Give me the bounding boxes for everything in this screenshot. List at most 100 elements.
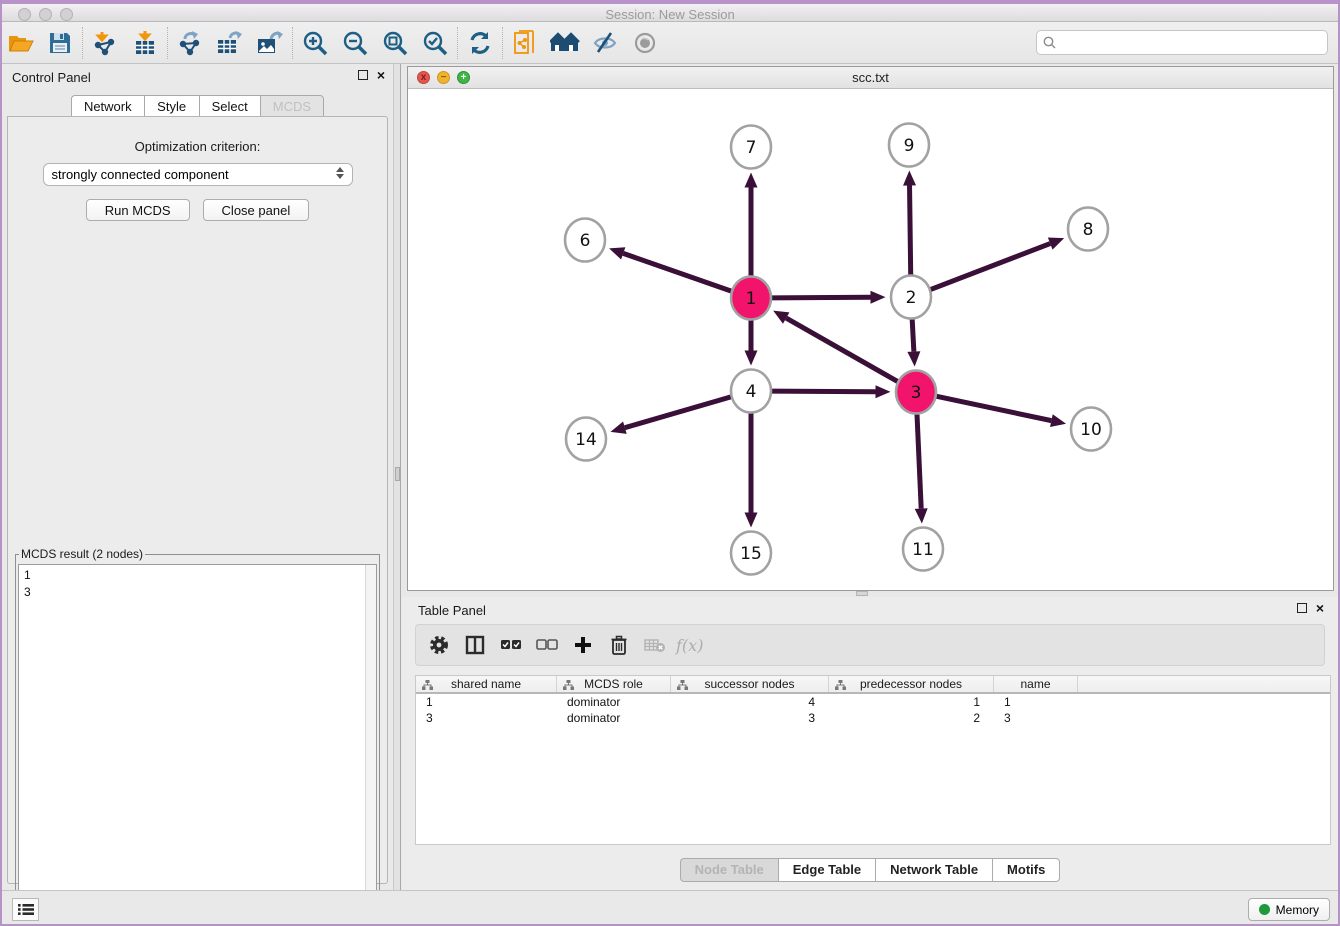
- column-header-name[interactable]: name: [994, 676, 1078, 692]
- export-image-button[interactable]: [250, 25, 290, 61]
- table-cell[interactable]: 2: [829, 710, 994, 726]
- run-mcds-button[interactable]: Run MCDS: [86, 199, 190, 221]
- tab-edge-table[interactable]: Edge Table: [778, 858, 875, 882]
- open-session-button[interactable]: [0, 25, 40, 61]
- birdseye-view-button[interactable]: [545, 25, 585, 61]
- search-input[interactable]: [1061, 36, 1321, 50]
- graph-node-14[interactable]: 14: [566, 418, 606, 461]
- edge-3-1[interactable]: [786, 318, 898, 382]
- splitter-grip-icon[interactable]: [395, 467, 400, 481]
- graph-node-4[interactable]: 4: [731, 370, 771, 413]
- import-table-button[interactable]: [125, 25, 165, 61]
- table-cell[interactable]: 1: [994, 694, 1078, 710]
- table-cell[interactable]: dominator: [557, 694, 671, 710]
- optimization-criterion-value: strongly connected component: [52, 167, 229, 182]
- result-scrollbar[interactable]: [365, 565, 376, 915]
- graph-node-1[interactable]: 1: [731, 277, 771, 320]
- memory-button[interactable]: Memory: [1248, 898, 1330, 921]
- select-all-checkboxes-button[interactable]: [496, 629, 526, 661]
- graph-node-11[interactable]: 11: [903, 528, 943, 571]
- column-header-shared-name[interactable]: shared name: [416, 676, 557, 692]
- optimization-criterion-select[interactable]: strongly connected component: [43, 163, 353, 186]
- optimization-criterion-label: Optimization criterion:: [8, 139, 387, 154]
- table-cell[interactable]: 3: [671, 710, 829, 726]
- graph-node-10[interactable]: 10: [1071, 408, 1111, 451]
- svg-text:9: 9: [904, 136, 915, 156]
- table-cell[interactable]: 1: [416, 694, 557, 710]
- split-columns-button[interactable]: [460, 629, 490, 661]
- task-history-button[interactable]: [12, 898, 39, 921]
- graph-node-9[interactable]: 9: [889, 124, 929, 167]
- refresh-layout-button[interactable]: [460, 25, 500, 61]
- edge-2-8[interactable]: [930, 244, 1050, 290]
- table-cell[interactable]: 4: [671, 694, 829, 710]
- hide-panels-button[interactable]: [585, 25, 625, 61]
- close-panel-button[interactable]: Close panel: [203, 199, 310, 221]
- clone-network-icon: [512, 29, 538, 57]
- edge-4-14[interactable]: [625, 397, 731, 428]
- export-network-button[interactable]: [170, 25, 210, 61]
- vertical-splitter[interactable]: [393, 64, 401, 890]
- import-network-button[interactable]: [85, 25, 125, 61]
- svg-text:8: 8: [1083, 220, 1094, 240]
- edge-1-2[interactable]: [771, 297, 870, 298]
- edge-arrowhead-icon: [745, 173, 758, 188]
- gear-button[interactable]: [424, 629, 454, 661]
- birdseye-houses-icon: [550, 31, 580, 55]
- table-cell[interactable]: 1: [829, 694, 994, 710]
- table-cell[interactable]: dominator: [557, 710, 671, 726]
- column-header-MCDS-role[interactable]: MCDS role: [557, 676, 671, 692]
- clone-network-button[interactable]: [505, 25, 545, 61]
- mcds-result-list[interactable]: 1 3: [18, 564, 377, 916]
- zoom-fit-button[interactable]: [375, 25, 415, 61]
- zoom-selected-button[interactable]: [415, 25, 455, 61]
- mcds-tab-content: Optimization criterion: strongly connect…: [7, 116, 388, 884]
- tab-motifs[interactable]: Motifs: [992, 858, 1060, 882]
- graph-node-8[interactable]: 8: [1068, 208, 1108, 251]
- edge-3-10[interactable]: [936, 396, 1051, 420]
- graph-node-2[interactable]: 2: [891, 276, 931, 319]
- export-table-button[interactable]: [210, 25, 250, 61]
- graph-node-15[interactable]: 15: [731, 532, 771, 575]
- hierarchy-icon: [563, 680, 574, 690]
- function-builder-icon[interactable]: f(x): [676, 636, 703, 655]
- eye-icon: [632, 31, 658, 55]
- show-eye-button[interactable]: [625, 25, 665, 61]
- edge-4-3[interactable]: [771, 391, 875, 392]
- graph-node-7[interactable]: 7: [731, 126, 771, 169]
- graph-node-6[interactable]: 6: [565, 219, 605, 262]
- table-cell[interactable]: 3: [416, 710, 557, 726]
- refresh-icon: [467, 30, 493, 56]
- column-header-predecessor-nodes[interactable]: predecessor nodes: [829, 676, 994, 692]
- search-box[interactable]: [1036, 30, 1328, 55]
- zoom-out-button[interactable]: [335, 25, 375, 61]
- column-header-successor-nodes[interactable]: successor nodes: [671, 676, 829, 692]
- tab-node-table[interactable]: Node Table: [680, 858, 778, 882]
- delete-table-button[interactable]: [640, 629, 670, 661]
- edge-2-9[interactable]: [910, 185, 911, 276]
- deselect-checkboxes-button[interactable]: [532, 629, 562, 661]
- table-row[interactable]: 3dominator323: [416, 710, 1078, 726]
- close-panel-icon[interactable]: ×: [1316, 603, 1324, 613]
- add-column-button[interactable]: [568, 629, 598, 661]
- delete-column-button[interactable]: [604, 629, 634, 661]
- save-session-button[interactable]: [40, 25, 80, 61]
- table-cell[interactable]: 3: [994, 710, 1078, 726]
- toolbar-separator: [82, 27, 83, 59]
- close-panel-icon[interactable]: ×: [377, 70, 385, 80]
- network-window-titlebar[interactable]: x − + scc.txt: [408, 67, 1333, 89]
- edge-2-3[interactable]: [912, 317, 914, 351]
- control-panel-title: Control Panel: [12, 70, 91, 85]
- splitter-grip-icon[interactable]: [856, 591, 868, 596]
- table-row[interactable]: 1dominator411: [416, 694, 1078, 710]
- float-panel-icon[interactable]: [358, 70, 368, 80]
- graph-node-3[interactable]: 3: [896, 371, 936, 414]
- gear-icon: [429, 635, 449, 655]
- float-panel-icon[interactable]: [1297, 603, 1307, 613]
- app-title: Session: New Session: [0, 7, 1340, 22]
- edge-1-6[interactable]: [623, 253, 731, 291]
- network-canvas[interactable]: 7 9 6 8 1 2 4 3 14 10 15 11: [408, 89, 1333, 590]
- zoom-in-button[interactable]: [295, 25, 335, 61]
- edge-3-11[interactable]: [917, 412, 921, 508]
- tab-network-table[interactable]: Network Table: [875, 858, 992, 882]
